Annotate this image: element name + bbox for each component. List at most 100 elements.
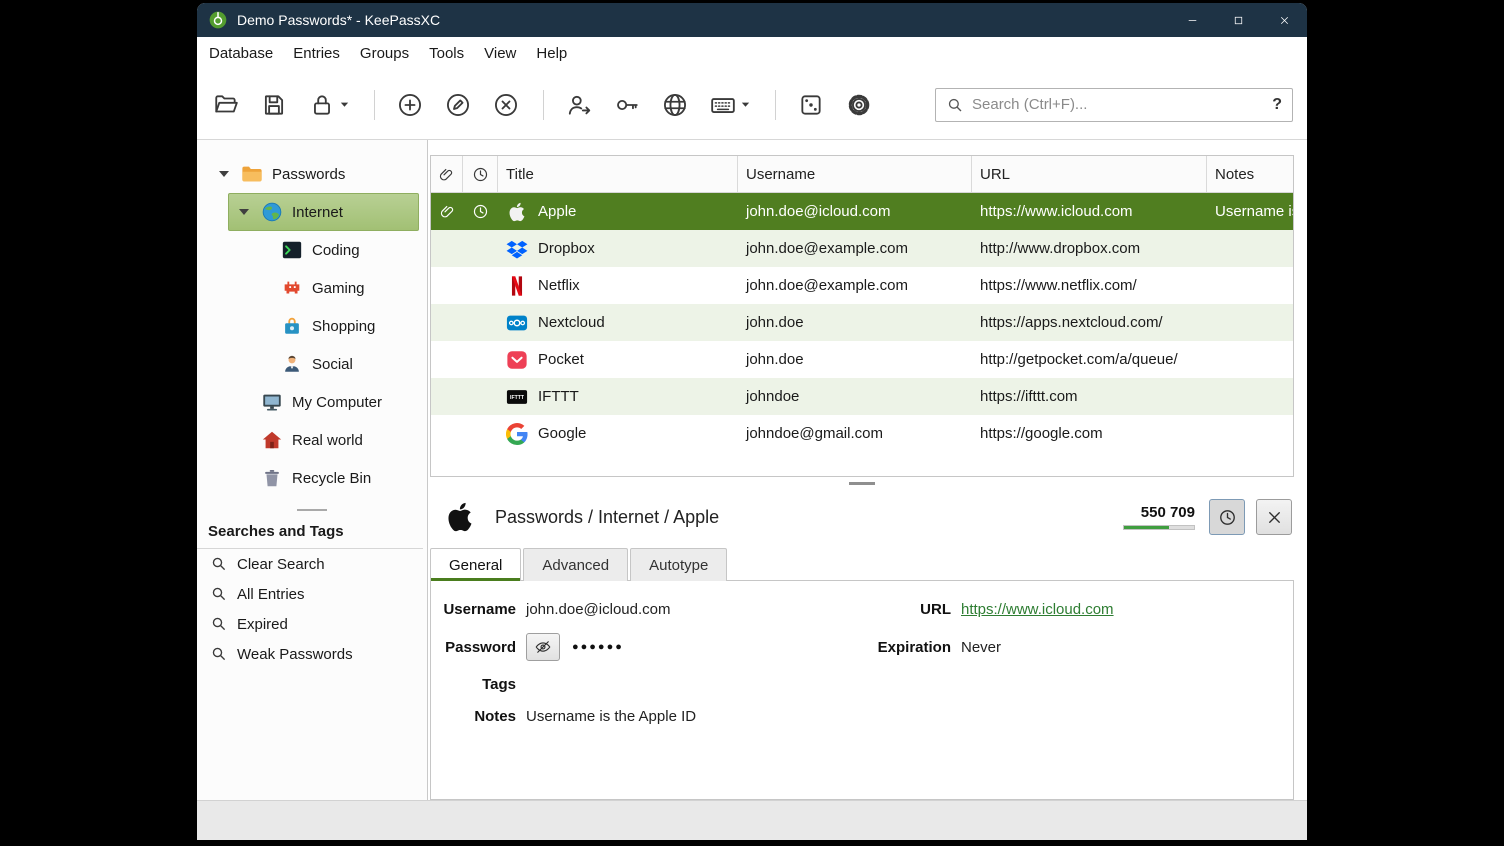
tab-autotype[interactable]: Autotype — [630, 548, 727, 581]
notes-column-header[interactable]: Notes — [1207, 156, 1293, 192]
panel-splitter[interactable] — [430, 477, 1294, 489]
close-button[interactable] — [1261, 3, 1307, 37]
copy-username-button[interactable] — [566, 85, 592, 125]
maximize-button[interactable] — [1215, 3, 1261, 37]
copy-username-icon — [566, 92, 592, 118]
searches-and-tags-title: Searches and Tags — [197, 523, 423, 549]
title-column-header[interactable]: Title — [498, 156, 738, 192]
entry-row-nextcloud[interactable]: Nextcloud john.doe https://apps.nextclou… — [431, 304, 1293, 341]
entry-table-body: Apple john.doe@icloud.com https://www.ic… — [431, 193, 1293, 452]
open-database-icon — [213, 92, 239, 118]
entry-row-ifttt[interactable]: IFTTT johndoe https://ifttt.com — [431, 378, 1293, 415]
search-icon — [946, 96, 964, 114]
lock-database-button[interactable] — [309, 85, 350, 125]
invader-icon — [281, 277, 303, 299]
title-bar: Demo Passwords* - KeePassXC — [197, 3, 1307, 37]
expiration-label: Expiration — [856, 639, 951, 656]
menu-item-database[interactable]: Database — [199, 39, 283, 68]
minimize-button[interactable] — [1169, 3, 1215, 37]
password-health-count: 550 709 — [1141, 504, 1195, 521]
close-icon — [1265, 508, 1284, 527]
search-item-expired[interactable]: Expired — [197, 609, 427, 639]
close-preview-button[interactable] — [1256, 499, 1292, 535]
clock-icon — [1218, 508, 1237, 527]
detail-header: Passwords / Internet / Apple 550 709 — [430, 489, 1294, 545]
search-item-all-entries[interactable]: All Entries — [197, 579, 427, 609]
menu-item-view[interactable]: View — [474, 39, 526, 68]
group-item-social[interactable]: Social — [248, 345, 419, 383]
entry-row-google[interactable]: Google johndoe@gmail.com https://google.… — [431, 415, 1293, 452]
menu-item-tools[interactable]: Tools — [419, 39, 474, 68]
delete-entry-button[interactable] — [493, 85, 519, 125]
folder-icon — [241, 163, 263, 185]
app-body: Passwords Internet Coding Gaming Shoppin… — [197, 140, 1307, 800]
add-entry-button[interactable] — [397, 85, 423, 125]
entry-row-pocket[interactable]: Pocket john.doe http://getpocket.com/a/q… — [431, 341, 1293, 378]
menu-item-groups[interactable]: Groups — [350, 39, 419, 68]
open-database-button[interactable] — [213, 85, 239, 125]
group-item-real-world[interactable]: Real world — [228, 421, 419, 459]
password-health-fill — [1124, 526, 1169, 529]
close-icon — [1278, 14, 1291, 27]
entry-row-apple[interactable]: Apple john.doe@icloud.com https://www.ic… — [431, 193, 1293, 230]
sidebar-splitter[interactable] — [197, 497, 427, 523]
group-item-my-computer[interactable]: My Computer — [228, 383, 419, 421]
search-help-button[interactable]: ? — [1264, 96, 1282, 114]
group-item-shopping[interactable]: Shopping — [248, 307, 419, 345]
notes-value: Username is the Apple ID — [526, 708, 1283, 725]
settings-button[interactable] — [846, 85, 872, 125]
search-item-clear-search[interactable]: Clear Search — [197, 549, 427, 579]
nextcloud-icon — [506, 312, 528, 334]
expiry-column-header[interactable] — [463, 156, 498, 192]
edit-entry-icon — [445, 92, 471, 118]
username-value: john.doe@icloud.com — [526, 601, 846, 618]
edit-entry-button[interactable] — [445, 85, 471, 125]
globe-icon — [261, 201, 283, 223]
perform-autotype-button[interactable] — [710, 85, 751, 125]
group-item-internet[interactable]: Internet — [228, 193, 419, 231]
attachment-column-header[interactable] — [431, 156, 463, 192]
monitor-icon — [261, 391, 283, 413]
url-link[interactable]: https://www.icloud.com — [961, 601, 1283, 618]
copy-url-button[interactable] — [662, 85, 688, 125]
status-strip — [197, 800, 1307, 840]
url-label: URL — [856, 601, 951, 618]
copy-password-button[interactable] — [614, 85, 640, 125]
paperclip-icon — [439, 203, 456, 220]
password-field: ●●●●●● — [526, 633, 846, 661]
search-item-weak-passwords[interactable]: Weak Passwords — [197, 639, 427, 669]
perform-autotype-icon — [710, 92, 736, 118]
general-fields: Username john.doe@icloud.com URL https:/… — [435, 601, 1283, 725]
save-database-icon — [261, 92, 287, 118]
netflix-icon — [506, 275, 528, 297]
lock-database-icon — [309, 92, 335, 118]
url-column-header[interactable]: URL — [972, 156, 1207, 192]
minimize-icon — [1186, 14, 1199, 27]
entry-table: Title Username URL Notes Apple john.doe@… — [430, 155, 1294, 477]
entry-row-dropbox[interactable]: Dropbox john.doe@example.com http://www.… — [431, 230, 1293, 267]
entry-row-netflix[interactable]: Netflix john.doe@example.com https://www… — [431, 267, 1293, 304]
group-item-coding[interactable]: Coding — [248, 231, 419, 269]
tab-advanced[interactable]: Advanced — [523, 548, 628, 581]
tab-general[interactable]: General — [430, 548, 521, 581]
username-label: Username — [435, 601, 516, 618]
menu-item-entries[interactable]: Entries — [283, 39, 350, 68]
username-column-header[interactable]: Username — [738, 156, 972, 192]
group-item-gaming[interactable]: Gaming — [248, 269, 419, 307]
expand-arrow-icon[interactable] — [219, 171, 241, 177]
toolbar-separator — [775, 90, 776, 120]
password-generator-button[interactable] — [798, 85, 824, 125]
detail-content: Username john.doe@icloud.com URL https:/… — [430, 580, 1294, 800]
save-database-button[interactable] — [261, 85, 287, 125]
eye-off-icon — [534, 638, 552, 656]
search-input[interactable] — [972, 96, 1264, 113]
expand-arrow-icon[interactable] — [239, 209, 261, 215]
toggle-password-button[interactable] — [526, 633, 560, 661]
menu-item-help[interactable]: Help — [526, 39, 577, 68]
history-button[interactable] — [1209, 499, 1245, 535]
keepassxc-logo-icon — [208, 10, 228, 30]
toolbar: ? — [197, 70, 1307, 140]
group-item-recycle-bin[interactable]: Recycle Bin — [228, 459, 419, 497]
group-item-passwords[interactable]: Passwords — [208, 155, 419, 193]
keepassxc-window: Demo Passwords* - KeePassXC DatabaseEntr… — [197, 3, 1307, 840]
